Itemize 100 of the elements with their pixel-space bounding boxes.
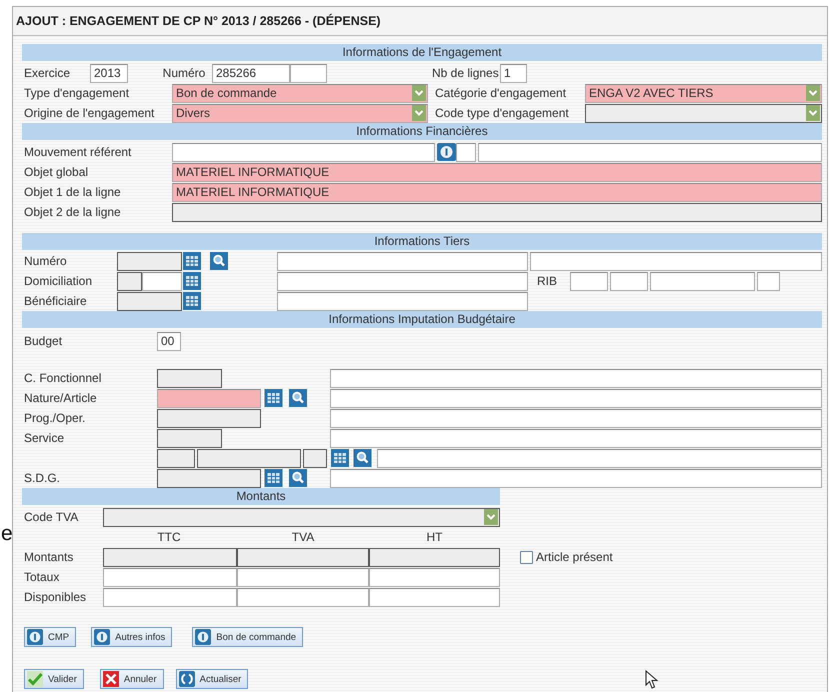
- search-icon[interactable]: [288, 469, 308, 487]
- text-field[interactable]: 2013: [90, 64, 128, 82]
- text-field[interactable]: [117, 292, 182, 310]
- field-label: Numéro: [162, 65, 206, 82]
- text-field[interactable]: [157, 388, 261, 408]
- chevron-down-icon: [806, 105, 820, 121]
- info-icon: [195, 629, 212, 645]
- text-field[interactable]: [456, 142, 476, 162]
- field-label: Disponibles: [24, 589, 88, 606]
- info-icon: [27, 629, 43, 645]
- checkbox-label: Article présent: [536, 550, 613, 564]
- checkbox[interactable]: [520, 550, 533, 564]
- text-field[interactable]: 00: [157, 332, 181, 350]
- text-field[interactable]: [369, 548, 500, 566]
- text-field[interactable]: [369, 568, 500, 586]
- text-field[interactable]: [277, 252, 528, 270]
- dropdown[interactable]: [585, 104, 822, 122]
- text-field[interactable]: [237, 548, 369, 566]
- text-field[interactable]: [103, 568, 237, 586]
- text-field[interactable]: [478, 142, 822, 162]
- field-label: Objet 2 de la ligne: [24, 204, 122, 221]
- grid-icon[interactable]: [182, 292, 202, 310]
- text-field[interactable]: 285266: [212, 64, 290, 82]
- chevron-down-icon: [412, 105, 426, 121]
- window-title: AJOUT : ENGAGEMENT DE CP N° 2013 / 285266 - (DÉPENSE): [16, 14, 381, 28]
- text-field[interactable]: [369, 588, 500, 606]
- action-button[interactable]: Actualiser: [176, 669, 248, 689]
- grid-icon[interactable]: [331, 449, 349, 467]
- text-field[interactable]: [197, 448, 301, 468]
- action-button[interactable]: Bon de commande: [192, 627, 304, 647]
- info-icon[interactable]: [437, 143, 456, 161]
- cross-icon: [102, 671, 119, 687]
- text-field[interactable]: 1: [500, 64, 527, 82]
- field-label: HT: [426, 529, 444, 546]
- field-label: C. Fonctionnel: [24, 370, 102, 387]
- field-label: Objet global: [24, 164, 90, 181]
- grid-icon[interactable]: [264, 469, 283, 487]
- text-field[interactable]: [172, 202, 822, 222]
- search-icon[interactable]: [288, 389, 308, 407]
- section-header: Informations Imputation Budgétaire: [22, 311, 822, 328]
- text-field[interactable]: [277, 272, 528, 290]
- chevron-down-icon: [484, 509, 498, 525]
- field-label: Bénéficiaire: [24, 293, 88, 310]
- text-field[interactable]: [157, 368, 222, 388]
- text-field[interactable]: [103, 548, 237, 566]
- section-header: Montants: [22, 488, 500, 505]
- text-field[interactable]: [237, 588, 369, 606]
- dropdown[interactable]: Divers: [172, 104, 428, 122]
- text-field[interactable]: [103, 588, 237, 606]
- checkmark-icon: [27, 671, 43, 687]
- grid-icon[interactable]: [182, 272, 202, 290]
- text-field[interactable]: [650, 272, 755, 290]
- section-header: Informations Financières: [22, 123, 822, 140]
- text-field[interactable]: [237, 568, 369, 586]
- text-field[interactable]: MATERIEL INFORMATIQUE: [172, 162, 822, 182]
- text-field[interactable]: [172, 142, 435, 162]
- text-field[interactable]: [142, 272, 182, 290]
- search-icon[interactable]: [209, 252, 229, 270]
- grid-icon[interactable]: [182, 252, 202, 270]
- text-field[interactable]: [377, 448, 822, 468]
- refresh-icon: [178, 671, 195, 687]
- text-field[interactable]: [610, 272, 648, 290]
- action-button[interactable]: Annuler: [100, 669, 164, 689]
- field-label: Prog./Oper.: [24, 410, 86, 427]
- dropdown[interactable]: Bon de commande: [172, 84, 428, 102]
- field-label: S.D.G.: [24, 470, 62, 487]
- dropdown[interactable]: ENGA V2 AVEC TIERS: [585, 84, 822, 102]
- text-field[interactable]: [117, 252, 182, 270]
- text-field[interactable]: [117, 272, 142, 290]
- text-field[interactable]: [157, 408, 261, 428]
- action-button[interactable]: CMP: [24, 627, 76, 647]
- field-label: Budget: [24, 333, 64, 350]
- field-label: Nb de lignes: [432, 65, 498, 82]
- text-field[interactable]: [330, 408, 822, 428]
- text-field[interactable]: [570, 272, 608, 290]
- text-field[interactable]: [330, 428, 822, 448]
- field-label: Objet 1 de la ligne: [24, 184, 122, 201]
- text-field[interactable]: [530, 252, 822, 270]
- text-field[interactable]: [330, 388, 822, 408]
- field-label: Mouvement référent: [24, 144, 132, 161]
- text-field[interactable]: [330, 368, 822, 388]
- text-field[interactable]: [330, 468, 822, 488]
- backdrop-text: e: [1, 522, 13, 546]
- field-label: Totaux: [24, 569, 60, 586]
- grid-icon[interactable]: [264, 389, 283, 407]
- text-field[interactable]: MATERIEL INFORMATIQUE: [172, 182, 822, 202]
- section-header: Informations Tiers: [22, 233, 822, 250]
- text-field[interactable]: [157, 468, 261, 488]
- action-button[interactable]: Autres infos: [91, 627, 172, 647]
- text-field[interactable]: [303, 448, 327, 468]
- action-button[interactable]: Valider: [24, 669, 84, 689]
- text-field[interactable]: [290, 64, 327, 82]
- text-field[interactable]: [157, 428, 222, 448]
- mouse-cursor-icon: [645, 670, 659, 690]
- text-field[interactable]: [277, 292, 528, 310]
- field-label: Domiciliation: [24, 273, 94, 290]
- dropdown[interactable]: [103, 508, 500, 526]
- text-field[interactable]: [757, 272, 780, 290]
- text-field[interactable]: [157, 448, 195, 468]
- search-icon[interactable]: [353, 449, 372, 467]
